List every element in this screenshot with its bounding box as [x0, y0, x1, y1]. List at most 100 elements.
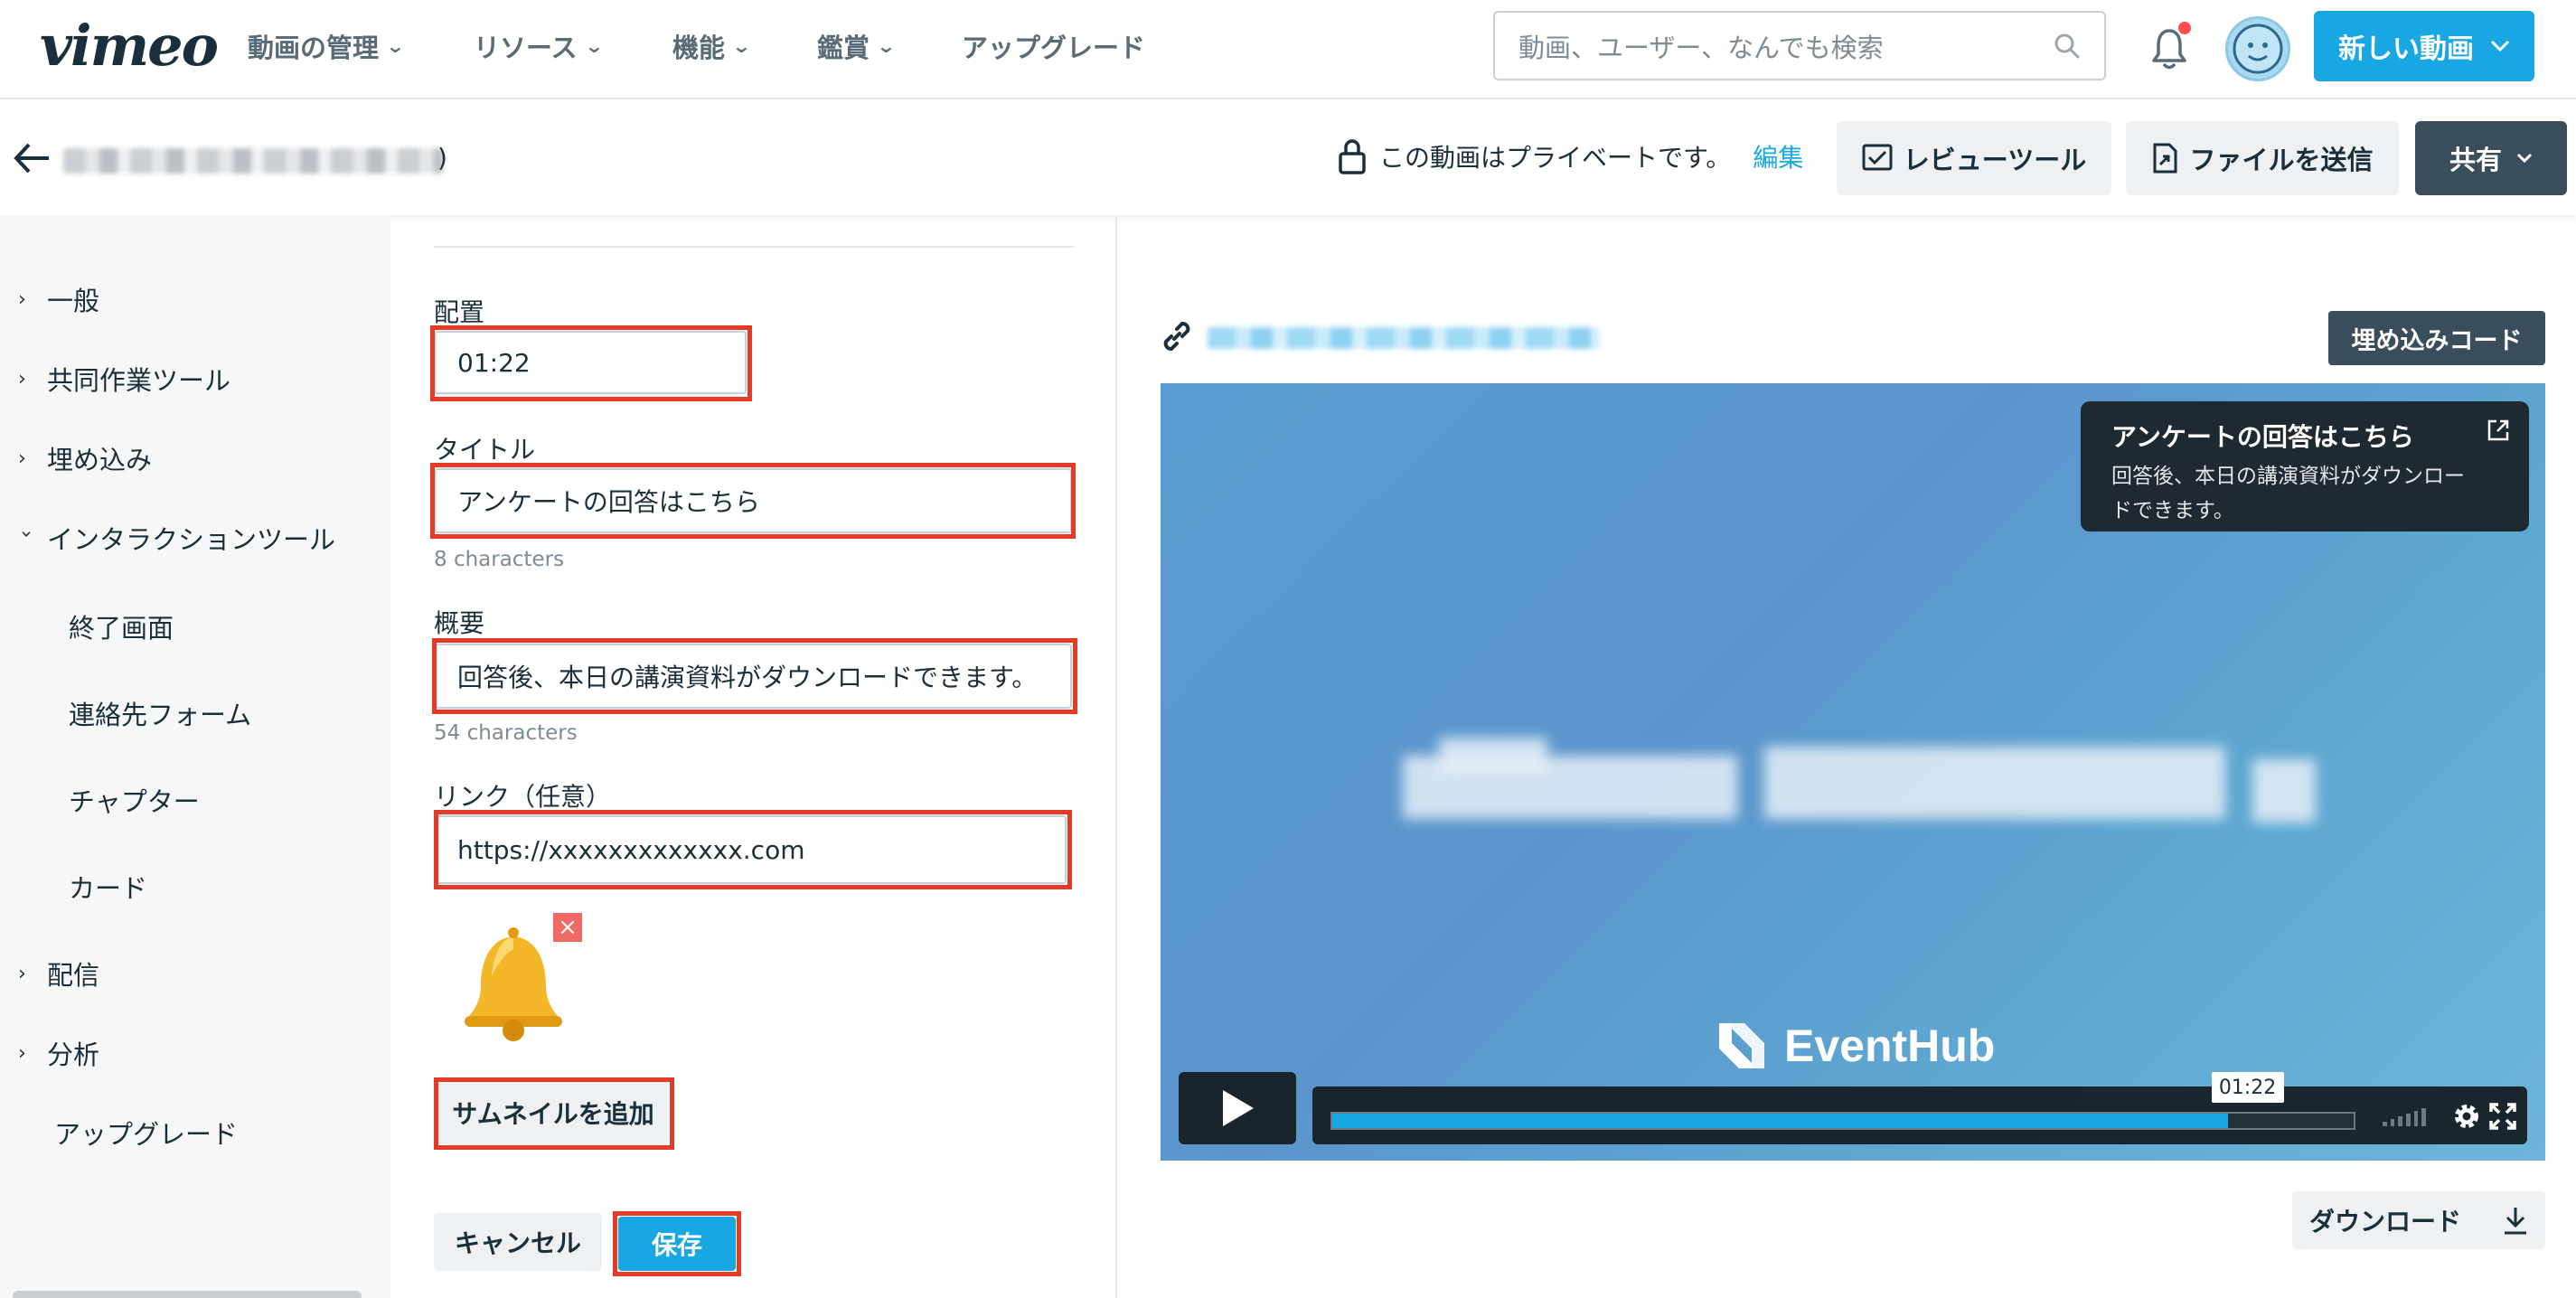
nav-manage-videos[interactable]: 動画の管理 ⌄	[248, 27, 406, 65]
chevron-down-icon	[2490, 40, 2510, 52]
current-time-tooltip: 01:22	[2211, 1072, 2284, 1103]
review-icon	[1862, 144, 1893, 171]
interaction-card[interactable]: アンケートの回答はこちら 回答後、本日の講演資料がダウンロードできます。	[2081, 401, 2529, 531]
chevron-right-icon: ›	[18, 447, 26, 470]
sidebar-item-chapters[interactable]: チャプター	[69, 781, 200, 819]
chevron-down-icon: ⌄	[385, 35, 406, 57]
nav-label: 機能	[672, 33, 726, 63]
new-video-label: 新しい動画	[2338, 33, 2474, 65]
chevron-right-icon: ›	[18, 287, 26, 311]
title-label: タイトル	[434, 435, 536, 465]
volume-icon[interactable]	[2383, 1108, 2427, 1126]
send-file-label: ファイルを送信	[2189, 145, 2374, 175]
sidebar-item-embed[interactable]: › 埋め込み	[18, 439, 152, 477]
link-highlight	[434, 810, 1072, 889]
privacy-text: この動画はプライベートです。	[1379, 143, 1732, 173]
external-link-icon[interactable]	[2486, 418, 2511, 443]
cancel-button[interactable]: キャンセル	[434, 1213, 602, 1271]
position-highlight	[430, 325, 752, 401]
form-divider	[434, 246, 1074, 248]
sidebar-item-label: 埋め込み	[47, 445, 153, 475]
chevron-down-icon: ›	[14, 530, 38, 538]
sidebar-item-cards[interactable]: カード	[69, 868, 147, 906]
video-player[interactable]: EventHub アンケートの回答はこちら 回答後、本日の講演資料がダウンロード…	[1161, 383, 2545, 1161]
lock-icon	[1339, 139, 1366, 174]
search-icon	[2054, 33, 2080, 58]
play-button[interactable]	[1179, 1072, 1296, 1144]
download-button[interactable]: ダウンロード	[2292, 1191, 2545, 1249]
chevron-down-icon	[2516, 153, 2533, 164]
panel-separator	[1115, 215, 1117, 1298]
search-placeholder: 動画、ユーザー、なんでも検索	[1518, 32, 1884, 63]
chevron-down-icon: ⌄	[876, 35, 897, 57]
notification-dot	[2178, 22, 2191, 34]
eventhub-text: EventHub	[1784, 1021, 1996, 1071]
player-controls	[1312, 1086, 2527, 1144]
sidebar-item-collaboration[interactable]: › 共同作業ツール	[18, 360, 230, 398]
sidebar-item-interaction-tools[interactable]: › インタラクションツール	[14, 519, 336, 557]
sidebar-scrollbar[interactable]	[13, 1291, 362, 1298]
sidebar-item-end-screen[interactable]: 終了画面	[69, 607, 174, 645]
bell-thumbnail-icon	[465, 927, 562, 1041]
download-icon	[2505, 1208, 2526, 1235]
chevron-right-icon: ›	[18, 962, 26, 985]
video-text-redacted	[1403, 738, 2316, 837]
add-thumbnail-highlight	[434, 1077, 674, 1150]
fullscreen-icon[interactable]	[2487, 1101, 2518, 1132]
sidebar-item-label: 配信	[47, 960, 100, 991]
remove-thumbnail-icon[interactable]: ×	[553, 913, 582, 942]
save-highlight	[613, 1211, 741, 1276]
sidebar-item-label: アップグレード	[54, 1119, 239, 1150]
notifications-button[interactable]	[2151, 22, 2191, 72]
title-highlight	[430, 463, 1076, 539]
search-input[interactable]: 動画、ユーザー、なんでも検索	[1493, 11, 2106, 80]
sidebar-item-analytics[interactable]: › 分析	[18, 1034, 99, 1072]
chevron-right-icon: ›	[18, 1041, 26, 1065]
nav-upgrade[interactable]: アップグレード	[962, 27, 1145, 65]
video-title-suffix: )	[437, 143, 447, 173]
privacy-status: この動画はプライベートです。 編集	[1338, 137, 1803, 175]
chevron-down-icon: ⌄	[584, 35, 604, 57]
send-file-icon	[2153, 143, 2177, 174]
back-arrow-icon[interactable]	[13, 137, 52, 186]
progress-fill	[1332, 1114, 2228, 1128]
nav-features[interactable]: 機能 ⌄	[672, 27, 751, 65]
video-title-redacted	[63, 148, 443, 174]
edit-privacy-link[interactable]: 編集	[1753, 138, 1803, 174]
share-label: 共有	[2449, 145, 2502, 175]
play-icon	[1223, 1090, 1254, 1126]
sidebar-item-upgrade[interactable]: アップグレード	[54, 1114, 238, 1152]
nav-resources[interactable]: リソース ⌄	[474, 27, 604, 65]
sidebar-item-label: 分析	[47, 1039, 100, 1070]
nav-watch[interactable]: 鑑賞 ⌄	[817, 27, 897, 65]
summary-label: 概要	[434, 608, 485, 638]
vimeo-logo[interactable]: vimeo	[40, 13, 219, 79]
gear-icon[interactable]	[2451, 1101, 2482, 1132]
sidebar-item-label: 一般	[47, 286, 100, 316]
video-url-redacted[interactable]	[1208, 327, 1600, 349]
new-video-button[interactable]: 新しい動画	[2314, 11, 2534, 81]
position-label: 配置	[434, 297, 485, 327]
send-file-button[interactable]: ファイルを送信	[2126, 121, 2399, 195]
embed-code-button[interactable]: 埋め込みコード	[2328, 311, 2545, 365]
download-label: ダウンロード	[2308, 1207, 2461, 1237]
link-label: リンク（任意）	[434, 782, 612, 812]
sidebar-item-contact-form[interactable]: 連絡先フォーム	[69, 694, 251, 732]
chevron-right-icon: ›	[18, 367, 26, 390]
link-icon[interactable]	[1159, 318, 1195, 354]
progress-bar[interactable]	[1330, 1112, 2355, 1130]
avatar[interactable]	[2225, 16, 2290, 81]
sidebar-item-label: 共同作業ツール	[47, 365, 231, 396]
video-header: ) この動画はプライベートです。 編集 レビューツール ファイルを送信 共有	[0, 101, 2576, 215]
share-button[interactable]: 共有	[2415, 121, 2567, 195]
nav-label: アップグレード	[962, 33, 1146, 63]
nav-label: 動画の管理	[248, 33, 380, 63]
nav-label: 鑑賞	[817, 33, 870, 63]
top-navigation: vimeo 動画の管理 ⌄ リソース ⌄ 機能 ⌄ 鑑賞 ⌄ アップグレード 動画、ユー…	[0, 0, 2576, 99]
sidebar-item-distribution[interactable]: › 配信	[18, 955, 99, 992]
nav-label: リソース	[474, 33, 578, 63]
card-title: アンケートの回答はこちら	[2111, 422, 2414, 452]
settings-sidebar: › 一般 › 共同作業ツール › 埋め込み › インタラクションツール 終了画面 連絡先…	[0, 215, 390, 1298]
sidebar-item-general[interactable]: › 一般	[18, 280, 99, 318]
review-tool-button[interactable]: レビューツール	[1837, 121, 2111, 195]
